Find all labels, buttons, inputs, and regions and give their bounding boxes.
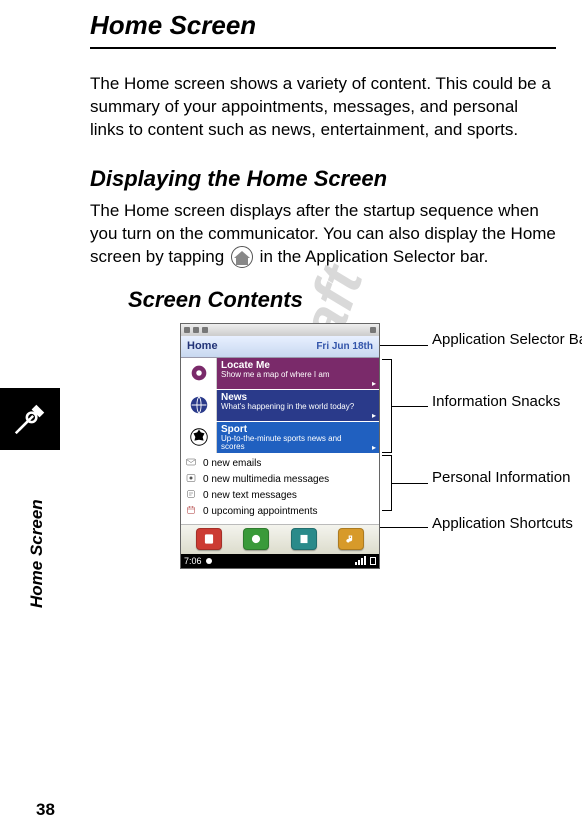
info-snack-news[interactable]: NewsWhat's happening in the world today?… <box>181 390 379 422</box>
page-number: 38 <box>36 800 55 820</box>
callout-line <box>380 345 428 346</box>
signal-icon <box>355 556 366 565</box>
application-selector-bar[interactable]: Home Fri Jun 18th <box>181 336 379 358</box>
home-icon <box>231 246 253 268</box>
callout-line <box>380 527 428 528</box>
info-snack-locate[interactable]: Locate MeShow me a map of where I am ▸ <box>181 358 379 390</box>
personal-row-icon <box>185 504 197 520</box>
personal-row[interactable]: 0 new emails <box>185 456 375 472</box>
shortcut-contacts[interactable] <box>196 528 222 550</box>
callout-bracket <box>382 455 392 511</box>
title-rule <box>90 47 556 49</box>
intro-paragraph: The Home screen shows a variety of conte… <box>90 73 556 142</box>
chevron-right-icon: ▸ <box>369 422 379 453</box>
side-tab-label: Home Screen <box>27 548 47 608</box>
snack-subtitle: What's happening in the world today? <box>221 403 365 412</box>
page-title: Home Screen <box>90 10 556 41</box>
personal-row-text: 0 new multimedia messages <box>203 473 329 486</box>
snack-title: News <box>221 392 365 403</box>
personal-row-text: 0 new emails <box>203 457 261 470</box>
system-bar <box>181 324 379 336</box>
chevron-right-icon: ▸ <box>369 358 379 389</box>
personal-row-icon <box>185 488 197 504</box>
callout-shortcuts: Application Shortcuts <box>432 515 573 532</box>
snack-subtitle: Show me a map of where I am <box>221 371 365 380</box>
section2-text-b: in the Application Selector bar. <box>260 247 489 266</box>
shortcut-documents[interactable] <box>291 528 317 550</box>
callout-personal-info: Personal Information <box>432 469 570 486</box>
shortcut-music[interactable] <box>338 528 364 550</box>
personal-row[interactable]: 0 upcoming appointments <box>185 504 375 520</box>
status-bar: 7:06 <box>181 554 379 568</box>
battery-icon <box>370 557 376 565</box>
personal-row-icon <box>185 472 197 488</box>
callout-selector-bar: Application Selector Bar <box>432 331 582 348</box>
sport-icon <box>181 422 217 453</box>
application-shortcuts-bar <box>181 524 379 554</box>
app-bar-date: Fri Jun 18th <box>316 341 373 352</box>
personal-info-panel: 0 new emails 0 new multimedia messages 0 n… <box>181 454 379 524</box>
callout-line <box>392 406 428 407</box>
tools-icon <box>0 388 60 450</box>
shortcut-browser[interactable] <box>243 528 269 550</box>
snack-title: Sport <box>221 424 365 435</box>
snack-title: Locate Me <box>221 360 365 371</box>
personal-row[interactable]: 0 new text messages <box>185 488 375 504</box>
info-snack-sport[interactable]: SportUp-to-the-minute sports news and sc… <box>181 422 379 454</box>
bluetooth-icon <box>206 558 212 564</box>
status-time: 7:06 <box>184 556 202 566</box>
callout-info-snacks: Information Snacks <box>432 393 560 410</box>
section-contents-title: Screen Contents <box>128 287 556 313</box>
section-displaying-body: The Home screen displays after the start… <box>90 200 556 269</box>
callout-bracket <box>382 359 392 453</box>
section-displaying-title: Displaying the Home Screen <box>90 166 556 192</box>
personal-row-text: 0 upcoming appointments <box>203 505 318 518</box>
figure-row: Home Fri Jun 18th Locate MeShow me a map… <box>180 323 556 569</box>
device-screenshot: Home Fri Jun 18th Locate MeShow me a map… <box>180 323 380 569</box>
app-bar-label: Home <box>187 340 218 352</box>
callout-line <box>392 483 428 484</box>
snack-subtitle: Up-to-the-minute sports news and scores <box>221 435 365 453</box>
personal-row-text: 0 new text messages <box>203 489 297 502</box>
side-tab: Home Screen <box>0 388 60 470</box>
personal-row[interactable]: 0 new multimedia messages <box>185 472 375 488</box>
personal-row-icon <box>185 456 197 472</box>
news-icon <box>181 390 217 421</box>
chevron-right-icon: ▸ <box>369 390 379 421</box>
locate-icon <box>181 358 217 389</box>
